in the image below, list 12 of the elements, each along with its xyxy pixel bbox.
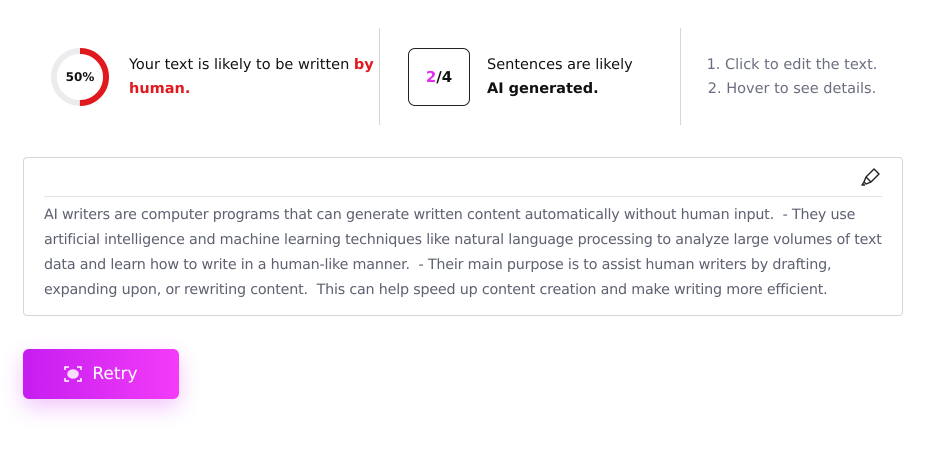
scan-icon xyxy=(64,365,82,383)
tip-text: 2. Hover to see details. xyxy=(708,80,876,98)
highlighter-icon[interactable] xyxy=(860,166,882,188)
text-editor[interactable] xyxy=(23,157,903,316)
result-message: Your text is likely to be written by human. xyxy=(129,56,375,98)
sentence-count: 2/4 xyxy=(408,48,470,106)
editor-text[interactable]: AI writers are computer programs that can generate written content automatically without human input. - They use artificial intelligence and machine learning techniques like natural language processing to analyze large volumes of text data and learn how to write in a human-like manner. - Their main purpose is to assist human writers by drafting, expanding upon, or rewriting content. This can help speed up content creation and make writing more efficient. xyxy=(44,203,882,303)
tip-text: 1. Click to edit the text. xyxy=(706,56,878,74)
retry-button[interactable]: Retry xyxy=(23,349,179,399)
progress-ring xyxy=(49,46,111,108)
sentences-message: Sentences are likely AI generated. xyxy=(487,56,633,98)
percentage: 50% xyxy=(64,70,96,84)
